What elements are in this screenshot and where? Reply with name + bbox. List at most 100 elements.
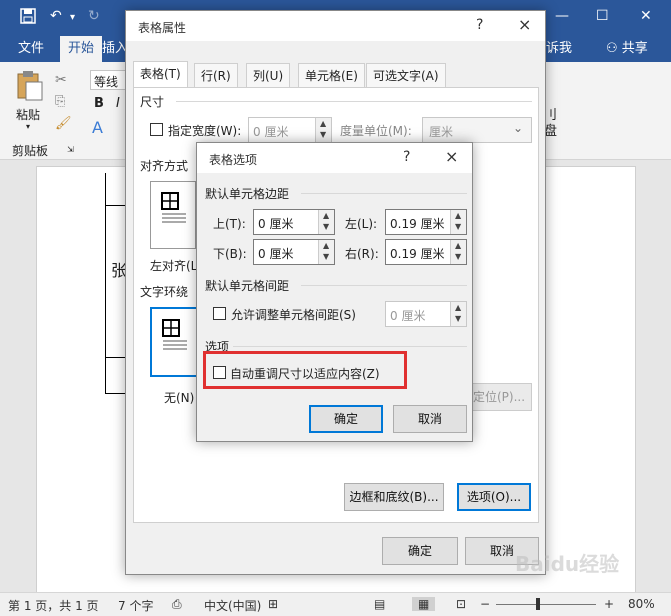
top-margin-label: 上(T): (213, 217, 246, 231)
right-margin-spinner[interactable]: 0.19 厘米 ▲ ▼ (385, 239, 467, 265)
options-button[interactable]: 选项(O)... (457, 483, 531, 511)
cut-icon[interactable]: ✂ (55, 72, 67, 88)
left-margin-label: 左(L): (345, 217, 378, 231)
zoom-slider-thumb[interactable] (536, 598, 540, 610)
copy-icon[interactable]: ⎘ (55, 94, 65, 109)
table-align-icon (161, 192, 186, 223)
page-count[interactable]: 第 1 页，共 1 页 (8, 597, 99, 614)
maximize-icon[interactable]: ☐ (596, 8, 609, 24)
font-name-box[interactable]: 等线 (90, 70, 130, 90)
format-painter-icon[interactable]: 🖌 (55, 116, 72, 131)
italic-button[interactable]: I (116, 96, 120, 111)
ok-button[interactable]: 确定 (382, 537, 458, 565)
dialog-title-bar: 表格属性 ? × (126, 11, 545, 41)
read-mode-icon[interactable]: ▤ (374, 597, 385, 611)
zoom-slider[interactable] (496, 604, 596, 605)
ok-button[interactable]: 确定 (309, 405, 383, 433)
spacing-spinner[interactable]: 0 厘米 ▲ ▼ (385, 301, 467, 327)
watermark: Baidu经验 (515, 552, 620, 576)
borders-shading-button[interactable]: 边框和底纹(B)... (344, 483, 444, 511)
tab-table[interactable]: 表格(T) (133, 61, 188, 88)
divider (233, 346, 467, 347)
save-icon[interactable] (20, 8, 36, 28)
paste-icon[interactable] (14, 70, 44, 105)
tab-cell[interactable]: 单元格(E) (298, 63, 365, 87)
minimize-icon[interactable]: — (555, 8, 569, 24)
spin-down-icon[interactable]: ▼ (455, 314, 461, 323)
top-margin-value: 0 厘米 (258, 217, 294, 231)
undo-dropdown-icon[interactable]: ▾ (70, 12, 75, 23)
web-layout-icon[interactable]: ⊡ (456, 597, 466, 611)
text-effects-button[interactable]: A (92, 118, 103, 137)
close-icon[interactable]: × (518, 15, 531, 34)
proofing-icon[interactable]: ⎙ (172, 597, 182, 612)
size-section-title: 尺寸 (140, 95, 165, 109)
share-label: 共享 (621, 41, 648, 56)
right-margin-label: 右(R): (345, 247, 379, 261)
zoom-in-icon[interactable]: + (604, 597, 614, 611)
spin-down-icon[interactable]: ▼ (323, 222, 329, 231)
spinner-arrows[interactable]: ▲ ▼ (315, 118, 331, 142)
help-icon[interactable]: ? (476, 17, 483, 33)
allow-spacing-checkbox[interactable] (213, 307, 226, 320)
zoom-level[interactable]: 80% (628, 597, 655, 611)
spin-down-icon[interactable]: ▼ (323, 252, 329, 261)
width-spinner[interactable]: 0 厘米 ▲ ▼ (248, 117, 332, 143)
right-margin-value: 0.19 厘米 (390, 247, 445, 261)
dialog-title-bar: 表格选项 ? × (197, 143, 472, 173)
spinner-arrows[interactable]: ▲ ▼ (450, 240, 466, 264)
macro-icon[interactable]: ⊞ (268, 597, 278, 611)
align-left-option[interactable] (150, 181, 196, 249)
autofit-checkbox[interactable] (213, 366, 226, 379)
print-layout-icon[interactable]: ▦ (412, 597, 436, 611)
text-wrap-section-title: 文字环绕 (140, 285, 189, 299)
wrap-none-label: 无(N) (164, 391, 195, 405)
word-count[interactable]: 7 个字 (118, 597, 153, 614)
share-button[interactable]: ⚇ 共享 (598, 36, 656, 62)
bottom-margin-label: 下(B): (213, 247, 247, 261)
close-window-icon[interactable]: ✕ (640, 8, 652, 24)
wrap-none-option[interactable] (150, 307, 198, 377)
specify-width-checkbox[interactable] (150, 123, 163, 136)
unit-value: 厘米 (429, 125, 454, 139)
spinner-arrows[interactable]: ▲ ▼ (450, 210, 466, 234)
help-icon[interactable]: ? (403, 149, 410, 165)
spinner-arrows[interactable]: ▲ ▼ (318, 240, 334, 264)
tab-file[interactable]: 文件 (10, 36, 52, 62)
position-button[interactable]: 定位(P)... (466, 383, 532, 411)
close-icon[interactable]: × (445, 147, 458, 166)
tab-alt-text[interactable]: 可选文字(A) (366, 63, 446, 87)
zoom-out-icon[interactable]: − (480, 597, 490, 611)
chevron-down-icon[interactable]: ⌄ (513, 121, 523, 135)
language[interactable]: 中文(中国) (204, 597, 261, 614)
spin-up-icon[interactable]: ▲ (320, 119, 326, 128)
spin-up-icon[interactable]: ▲ (455, 303, 461, 312)
spin-up-icon[interactable]: ▲ (323, 211, 329, 220)
tab-column[interactable]: 列(U) (246, 63, 291, 87)
divider (301, 285, 467, 286)
redo-icon[interactable]: ↻ (88, 8, 100, 24)
spin-down-icon[interactable]: ▼ (320, 130, 326, 139)
unit-select[interactable]: 厘米 ⌄ (422, 117, 532, 143)
spin-down-icon[interactable]: ▼ (455, 252, 461, 261)
divider (176, 101, 532, 102)
cancel-button[interactable]: 取消 (393, 405, 467, 433)
bottom-margin-spinner[interactable]: 0 厘米 ▲ ▼ (253, 239, 335, 265)
spin-up-icon[interactable]: ▲ (323, 241, 329, 250)
spin-down-icon[interactable]: ▼ (455, 222, 461, 231)
dialog-launcher-icon[interactable]: ⇲ (67, 145, 74, 154)
chevron-down-icon[interactable]: ▾ (26, 122, 30, 131)
tab-row[interactable]: 行(R) (194, 63, 238, 87)
bold-button[interactable]: B (94, 96, 104, 111)
bottom-margin-value: 0 厘米 (258, 247, 294, 261)
allow-spacing-label: 允许调整单元格间距(S) (231, 308, 356, 322)
top-margin-spinner[interactable]: 0 厘米 ▲ ▼ (253, 209, 335, 235)
undo-icon[interactable]: ↶ (50, 8, 62, 24)
spin-up-icon[interactable]: ▲ (455, 211, 461, 220)
spin-up-icon[interactable]: ▲ (455, 241, 461, 250)
unit-label: 度量单位(M): (340, 124, 412, 138)
spinner-arrows[interactable]: ▲ ▼ (318, 210, 334, 234)
left-margin-spinner[interactable]: 0.19 厘米 ▲ ▼ (385, 209, 467, 235)
spinner-arrows[interactable]: ▲ ▼ (450, 302, 466, 326)
table-wrap-icon (162, 319, 187, 350)
